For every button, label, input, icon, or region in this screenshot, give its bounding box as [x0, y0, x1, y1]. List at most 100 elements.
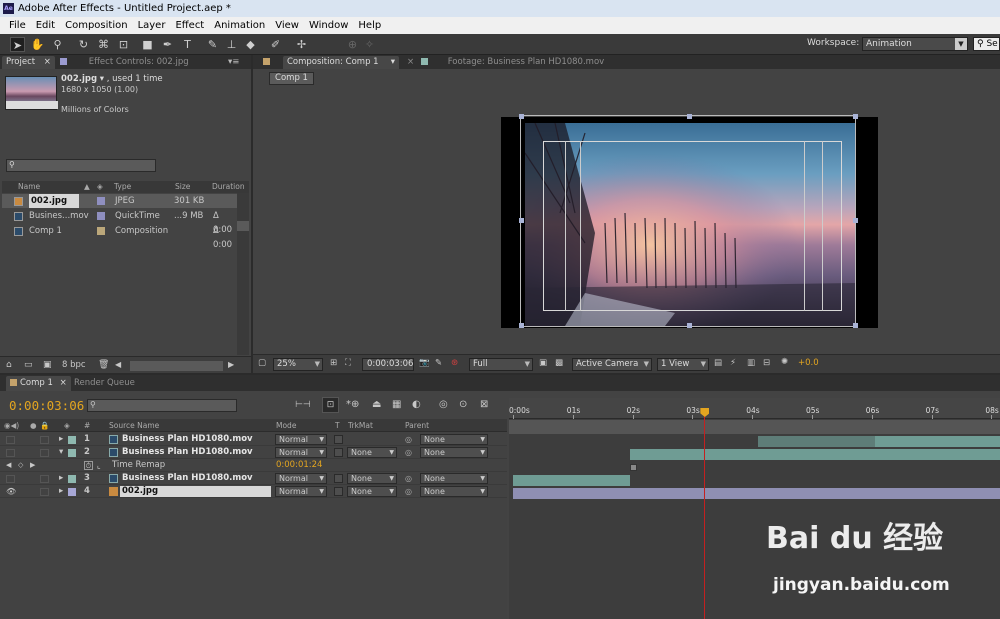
chevron-down-icon[interactable]: ▾ [100, 74, 104, 84]
fast-previews-icon[interactable]: ⚡ [730, 358, 736, 368]
snapshot-icon[interactable]: 📷 [419, 358, 430, 368]
tab-comp[interactable]: Comp 1 × [6, 376, 71, 391]
item-name[interactable]: 002.jpg [29, 194, 80, 208]
time-remap-keyframe[interactable] [630, 464, 637, 471]
label-column-icon[interactable]: ◈ [97, 181, 103, 193]
layer-row-2[interactable]: ▾ 2 Business Plan HD1080.mov Normal ▼ Non… [0, 446, 507, 459]
pickwhip-icon[interactable]: ◎ [405, 485, 412, 498]
layer-name[interactable]: Business Plan HD1080.mov [122, 446, 253, 459]
layer-duration-bar[interactable] [874, 436, 1000, 447]
pickwhip-icon[interactable]: ◎ [405, 472, 412, 485]
col-t[interactable]: T [335, 419, 340, 432]
layer-name[interactable]: Business Plan HD1080.mov [122, 433, 253, 446]
layer-duration-bar[interactable] [513, 475, 630, 486]
layer-duration-bar[interactable] [629, 449, 1000, 460]
layer-label[interactable] [68, 488, 76, 496]
color-channels-icon[interactable]: ⊛ [451, 358, 458, 368]
lock-toggle[interactable] [40, 488, 49, 496]
comp-mini-flowchart-icon[interactable]: ⊢⊣ [295, 400, 311, 410]
menu-animation[interactable]: Animation [209, 17, 270, 34]
item-label[interactable] [97, 227, 105, 235]
expand-arrow-icon[interactable]: ▸ [59, 472, 63, 485]
layer-duration-bar[interactable] [513, 488, 1000, 499]
tab-effect-controls[interactable]: Effect Controls: 002.jpg [56, 56, 193, 69]
col-trkmat[interactable]: TrkMat [348, 419, 373, 432]
time-ruler[interactable]: 0:00s 01s 02s 03s 04s 05s 06s 07s 08s [509, 398, 1000, 419]
layer-label[interactable] [68, 475, 76, 483]
brainstorm-icon[interactable]: ◎ [439, 399, 448, 410]
exposure-icon[interactable]: ✺ [781, 357, 788, 367]
rotation-tool-icon[interactable]: ↻ [76, 37, 91, 52]
eye-icon[interactable]: 👁 [6, 485, 16, 498]
time-remap-value[interactable]: 0:00:01:24 [276, 459, 322, 472]
layer-label[interactable] [68, 449, 76, 457]
item-name[interactable]: Busines...mov [29, 209, 89, 223]
roto-brush-tool-icon[interactable]: ✐ [268, 37, 283, 52]
chevron-down-icon[interactable]: ▾ [391, 56, 395, 69]
mode-dropdown[interactable]: Normal ▼ [275, 473, 327, 484]
parent-dropdown[interactable]: None ▼ [420, 447, 488, 458]
tab-render-queue[interactable]: Render Queue [70, 376, 139, 391]
project-item[interactable]: 002.jpg JPEG 301 KB [2, 194, 237, 208]
layer-row-1[interactable]: ▸ 1 Business Plan HD1080.mov Normal ▼ ◎ N… [0, 433, 507, 446]
parent-dropdown[interactable]: None ▼ [420, 434, 488, 445]
mode-dropdown[interactable]: Normal ▼ [275, 434, 327, 445]
col-source-name[interactable]: Source Name [109, 419, 159, 432]
region-of-interest-icon[interactable]: ▣ [539, 358, 547, 368]
rectangle-tool-icon[interactable]: ■ [140, 37, 155, 52]
bit-depth-label[interactable]: 8 bpc [62, 360, 86, 370]
layer-search-input[interactable]: ⚲ [87, 399, 237, 412]
flowchart-icon[interactable] [237, 221, 249, 231]
preserve-transparency-toggle[interactable] [334, 435, 343, 444]
menu-edit[interactable]: Edit [31, 17, 60, 34]
menu-view[interactable]: View [270, 17, 304, 34]
new-composition-icon[interactable]: ▣ [43, 360, 52, 370]
live-update-icon[interactable]: ⊡ [322, 397, 339, 413]
col-size[interactable]: Size [175, 181, 190, 193]
menu-composition[interactable]: Composition [60, 17, 132, 34]
horizontal-scrollbar[interactable] [130, 361, 223, 371]
time-remap-row[interactable]: ◀ ◇ ▶ ⏱ ⌞ Time Remap 0:00:01:24 [0, 459, 507, 472]
graph-editor-icon[interactable]: ⊠ [480, 399, 488, 410]
pickwhip-icon[interactable]: ◎ [405, 446, 412, 459]
close-icon[interactable]: × [44, 57, 51, 67]
preserve-transparency-toggle[interactable] [334, 448, 343, 457]
transform-handle[interactable] [687, 323, 692, 328]
video-toggle[interactable] [6, 436, 15, 444]
menu-effect[interactable]: Effect [170, 17, 209, 34]
expand-arrow-icon[interactable]: ▸ [59, 485, 63, 498]
keyframe-diamond-icon[interactable]: ◇ [18, 459, 23, 472]
col-name[interactable]: Name [18, 181, 40, 193]
preserve-transparency-toggle[interactable] [334, 487, 343, 496]
project-item[interactable]: Comp 1 Composition Δ 0:00 [2, 224, 237, 250]
graph-icon[interactable]: ⌞ [97, 459, 101, 472]
zoom-tool-icon[interactable]: ⚲ [50, 37, 65, 52]
selection-tool-icon[interactable]: ➤ [10, 37, 25, 52]
lock-icon[interactable] [259, 56, 277, 69]
frame-blending-icon[interactable]: ▦ [392, 399, 401, 410]
menu-file[interactable]: File [4, 17, 31, 34]
puppet-pin-tool-icon[interactable]: ✢ [294, 37, 309, 52]
col-type[interactable]: Type [114, 181, 131, 193]
new-folder-icon[interactable]: ▭ [24, 360, 33, 370]
current-time-field[interactable]: 0:00:03:06 [362, 358, 414, 371]
trash-icon[interactable]: 🗑 [98, 360, 109, 370]
comp-view-tab[interactable]: Comp 1 [269, 72, 314, 85]
transform-handle[interactable] [519, 218, 524, 223]
workspace-dropdown[interactable]: Animation ▼ [862, 37, 968, 51]
video-toggle[interactable] [6, 449, 15, 457]
item-label[interactable] [97, 197, 105, 205]
col-parent[interactable]: Parent [405, 419, 429, 432]
motion-blur-icon[interactable]: ◐ [412, 399, 421, 410]
transparency-toggle-icon[interactable]: ▩ [555, 358, 563, 368]
video-toggle[interactable] [6, 475, 15, 483]
stopwatch-icon[interactable]: ⏱ [84, 461, 93, 470]
close-icon[interactable]: × [403, 56, 418, 69]
brush-tool-icon[interactable]: ✎ [205, 37, 220, 52]
resolution-dropdown[interactable]: Full ▼ [469, 358, 533, 371]
project-search-input[interactable]: ⚲ [6, 159, 156, 172]
transform-handle[interactable] [519, 114, 524, 119]
type-tool-icon[interactable]: T [180, 37, 195, 52]
col-duration[interactable]: Duration [212, 181, 245, 193]
toggle-pixel-aspect-icon[interactable]: ▤ [714, 358, 722, 368]
